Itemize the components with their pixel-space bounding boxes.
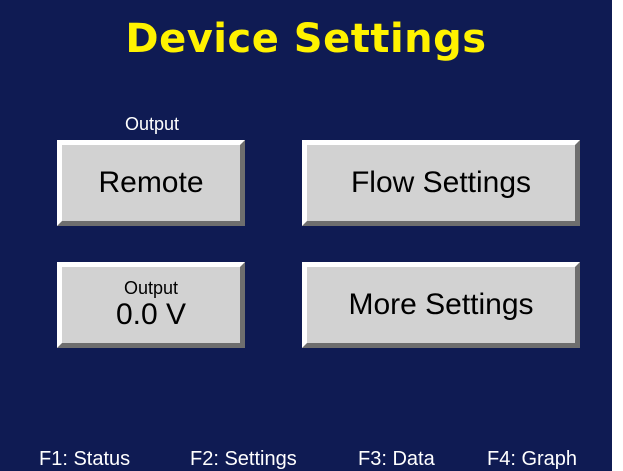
output-mode-caption: Output (124, 114, 180, 134)
f3-data-key[interactable]: F3: Data (358, 448, 435, 470)
output-value-caption: Output (123, 278, 179, 298)
page-title: Device Settings (125, 16, 487, 62)
output-value-button[interactable]: Output 0.0 V (57, 262, 245, 348)
f2-settings-key[interactable]: F2: Settings (190, 448, 297, 470)
f4-graph-key[interactable]: F4: Graph (487, 448, 577, 470)
flow-settings-button[interactable]: Flow Settings (302, 140, 580, 226)
remote-button[interactable]: Remote (57, 140, 245, 226)
flow-settings-button-label: Flow Settings (350, 166, 532, 199)
more-settings-button[interactable]: More Settings (302, 262, 580, 348)
function-key-bar: F1: Status F2: Settings F3: Data F4: Gra… (0, 444, 612, 471)
f1-status-key[interactable]: F1: Status (39, 448, 130, 470)
device-screen: Device Settings Output Remote Flow Setti… (0, 0, 612, 471)
output-value: 0.0 V (115, 298, 187, 331)
more-settings-button-label: More Settings (348, 288, 534, 321)
remote-button-label: Remote (98, 166, 204, 199)
